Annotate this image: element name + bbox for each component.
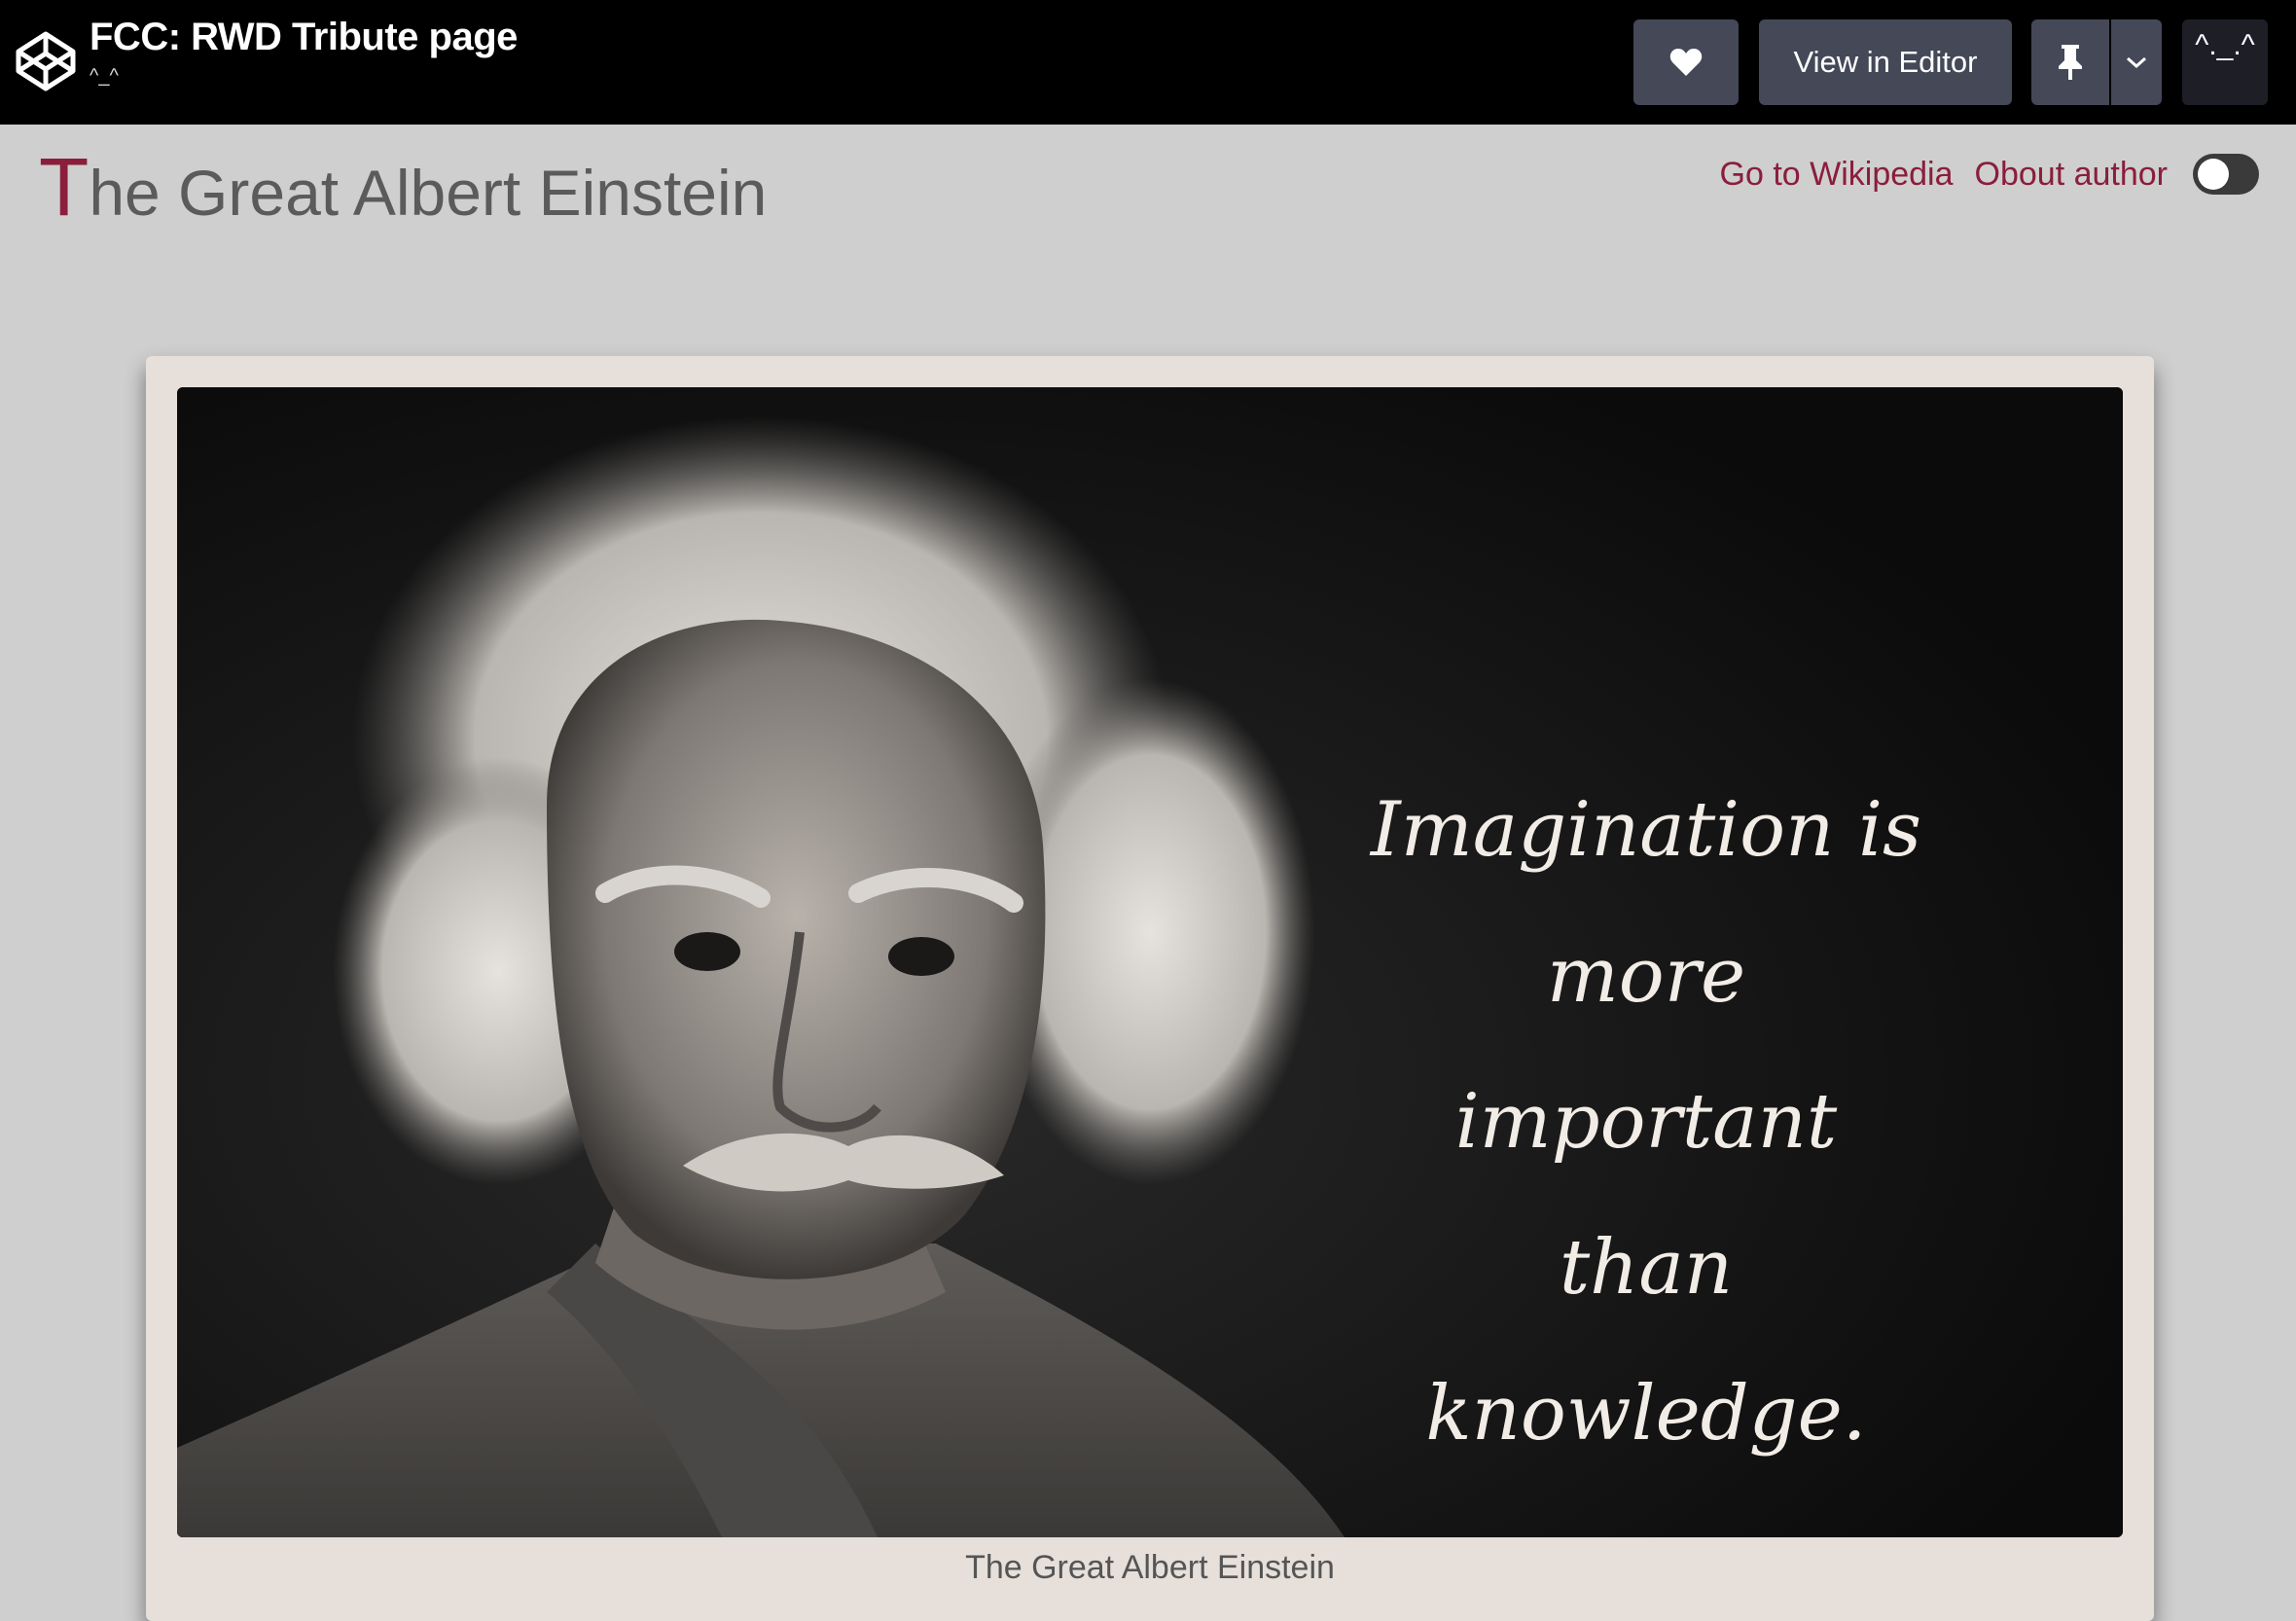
pin-button[interactable]	[2031, 19, 2109, 105]
figure-caption: The Great Albert Einstein	[965, 1549, 1335, 1586]
pen-title: FCC: RWD Tribute page	[90, 16, 518, 58]
einstein-quote: Imagination is more important than knowl…	[1345, 757, 1948, 1487]
theme-toggle[interactable]	[2193, 154, 2259, 195]
page-header: The Great Albert Einstein Go to Wikipedi…	[0, 125, 2296, 241]
toggle-knob	[2198, 159, 2229, 190]
pen-author[interactable]: ^_^	[90, 65, 518, 88]
view-in-editor-button[interactable]: View in Editor	[1759, 19, 2012, 105]
nav-link-wikipedia[interactable]: Go to Wikipedia	[1720, 156, 1954, 194]
header-nav: Go to Wikipedia Obout author	[1720, 154, 2259, 195]
chevron-down-icon	[2127, 56, 2146, 69]
quote-line: more important	[1454, 932, 1838, 1166]
pen-title-block: FCC: RWD Tribute page ^_^	[90, 16, 518, 88]
like-button[interactable]	[1633, 19, 1739, 105]
nav-link-about-author[interactable]: Obout author	[1975, 156, 2168, 194]
profile-button[interactable]: ^._.^	[2182, 19, 2268, 105]
pin-icon	[2059, 45, 2082, 80]
codepen-logo-icon[interactable]	[14, 29, 78, 93]
quote-line: Imagination is	[1370, 786, 1922, 874]
heart-icon	[1669, 49, 1703, 76]
einstein-photo: Imagination is more important than knowl…	[177, 387, 2123, 1537]
page-title: The Great Albert Einstein	[39, 140, 767, 234]
pin-options-button[interactable]	[2111, 19, 2162, 105]
codepen-topbar: FCC: RWD Tribute page ^_^ View in Editor…	[0, 0, 2296, 125]
page-title-rest: he Great Albert Einstein	[89, 157, 768, 229]
quote-line: than knowledge.	[1425, 1224, 1867, 1458]
figure-card: Imagination is more important than knowl…	[146, 356, 2154, 1621]
page-title-first-letter: T	[39, 141, 90, 233]
